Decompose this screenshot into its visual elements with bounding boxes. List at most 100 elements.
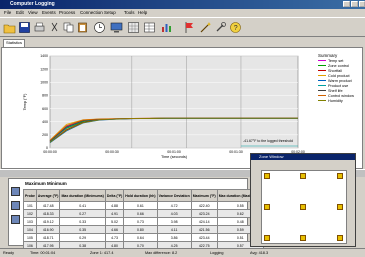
y-tick-label: 1200: [40, 67, 48, 71]
open-icon[interactable]: [3, 21, 16, 34]
legend-label: Shelf life: [328, 88, 343, 93]
tools-icon[interactable]: [214, 21, 227, 34]
title-bar: Computer Logging: [0, 0, 365, 9]
zone-sensor[interactable]: [264, 235, 270, 241]
table-cell: 4.11: [156, 225, 192, 234]
table-cell: 4.72: [156, 201, 192, 210]
status-maxdiff: Max difference: 8.2: [145, 251, 178, 255]
y-tick-label: 1400: [40, 54, 48, 58]
legend-swatch: [318, 59, 326, 62]
help-icon[interactable]: ?: [229, 21, 242, 34]
table-row[interactable]: 101 417.48 0.41 4.88 0.61 4.72 422.40 0.55: [23, 201, 264, 210]
legend-label: Temp set: [328, 58, 344, 63]
column-header[interactable]: Average (°F): [35, 189, 61, 202]
column-header[interactable]: Probe: [23, 189, 37, 202]
menu-file[interactable]: File: [4, 10, 11, 15]
table-cell: 103: [23, 217, 37, 226]
menu-view[interactable]: View: [28, 10, 38, 15]
menu-process[interactable]: Process: [59, 10, 75, 15]
status-avg: Avg: 418.3: [250, 251, 269, 255]
probe-icon[interactable]: [11, 187, 20, 196]
legend-label: Control window: [328, 93, 354, 98]
close-button[interactable]: [359, 1, 365, 7]
table-cell: 4.88: [104, 201, 125, 210]
chart-icon[interactable]: [11, 201, 20, 210]
table-row[interactable]: 104 416.90 0.35 4.66 0.80 4.11 421.56 0.59: [23, 225, 264, 234]
statistics-table: Probe Average (°F) Max duration (Minimums)…: [23, 189, 264, 250]
menu-tools[interactable]: Tools: [124, 10, 135, 15]
zone-sensor[interactable]: [264, 204, 270, 210]
table-cell: 102: [23, 209, 37, 218]
zone-sensor[interactable]: [337, 173, 343, 179]
maximize-button[interactable]: [351, 1, 358, 7]
legend-item[interactable]: Humidity: [318, 98, 362, 103]
bar-chart-icon[interactable]: [160, 21, 173, 34]
table-row[interactable]: 102 418.33 0.27 4.91 0.66 4.03 423.24 0.62: [23, 209, 264, 218]
print-icon[interactable]: [33, 21, 46, 34]
temperature-chart: 020040060080010001200140000:00:00 00:00:3…: [23, 54, 305, 159]
menu-help[interactable]: Help: [138, 10, 147, 15]
y-tick-label: 400: [42, 120, 48, 124]
legend-swatch: [318, 69, 326, 72]
zone-window[interactable]: Zone Window: [250, 153, 356, 247]
table-cell: 423.24: [190, 209, 218, 218]
zone-map: [261, 170, 347, 244]
clock-icon[interactable]: [93, 21, 106, 34]
column-header[interactable]: Max duration (Minimums): [59, 189, 106, 202]
column-header[interactable]: Maximum (°F): [190, 189, 218, 202]
table-cell: 0.66: [123, 209, 158, 218]
legend-swatch: [318, 74, 326, 77]
table-cell: 105: [23, 233, 37, 242]
grid-icon[interactable]: [127, 21, 140, 34]
legend-swatch: [318, 79, 326, 82]
legend-label: Product use: [328, 83, 349, 88]
y-tick-label: 200: [42, 133, 48, 137]
paste-icon[interactable]: [76, 21, 89, 34]
x-tick-label: 00:00:00: [43, 150, 57, 154]
column-header[interactable]: Variance Deviation: [156, 189, 192, 202]
window-title: Computer Logging: [10, 1, 55, 7]
table-row[interactable]: 103 419.12 0.33 5.02 0.73 3.98 424.14 0.48: [23, 217, 264, 226]
legend: Summary Temp set Zone control Shortfall Col…: [318, 53, 362, 103]
zone-sensor[interactable]: [337, 235, 343, 241]
table-cell: 0.80: [123, 225, 158, 234]
zone-sensor[interactable]: [300, 204, 306, 210]
wand-icon[interactable]: [199, 21, 212, 34]
zone-sensor[interactable]: [300, 235, 306, 241]
zone-sensor[interactable]: [337, 204, 343, 210]
table-cell: 5.02: [104, 217, 125, 226]
table-cell: 0.41: [59, 201, 106, 210]
table-cell: 4.73: [104, 233, 125, 242]
legend-label: Cold product: [328, 73, 350, 78]
menu-events[interactable]: Events: [42, 10, 56, 15]
copy-icon[interactable]: [62, 21, 75, 34]
x-tick-label: 00:00:30: [105, 150, 119, 154]
chart-annotation: -41.67°F to the logged threshold: [243, 139, 293, 143]
table-cell: 418.33: [35, 209, 61, 218]
table-cell: 417.48: [35, 201, 61, 210]
table-cell: 421.56: [190, 225, 218, 234]
table-cell: 3.86: [156, 233, 192, 242]
table-row[interactable]: 105 418.71 0.29 4.73 0.64 3.86 423.44 0.51: [23, 233, 264, 242]
menu-edit[interactable]: Edit: [16, 10, 24, 15]
table-cell: 104: [23, 225, 37, 234]
column-header[interactable]: Hold duration (hh): [123, 189, 158, 202]
table-icon[interactable]: [143, 21, 156, 34]
monitor-icon[interactable]: [110, 21, 123, 34]
status-logging: Logging: [210, 251, 224, 255]
cut-icon[interactable]: [48, 21, 61, 34]
table-cell: 0.35: [59, 225, 106, 234]
legend-label: Zone control: [328, 63, 350, 68]
column-header[interactable]: Delta (°F): [104, 189, 125, 202]
flag-icon[interactable]: [183, 21, 196, 34]
menu-connection[interactable]: Connection Setup: [80, 10, 116, 15]
zone-sensor[interactable]: [264, 173, 270, 179]
filter-icon[interactable]: [11, 215, 20, 224]
minimize-button[interactable]: [343, 1, 350, 7]
legend-swatch: [318, 64, 326, 67]
status-ready: Ready: [3, 251, 14, 255]
legend-label: Shortfall: [328, 68, 342, 73]
save-icon[interactable]: [18, 21, 31, 34]
zone-sensor[interactable]: [300, 173, 306, 179]
side-icons: [11, 187, 21, 229]
